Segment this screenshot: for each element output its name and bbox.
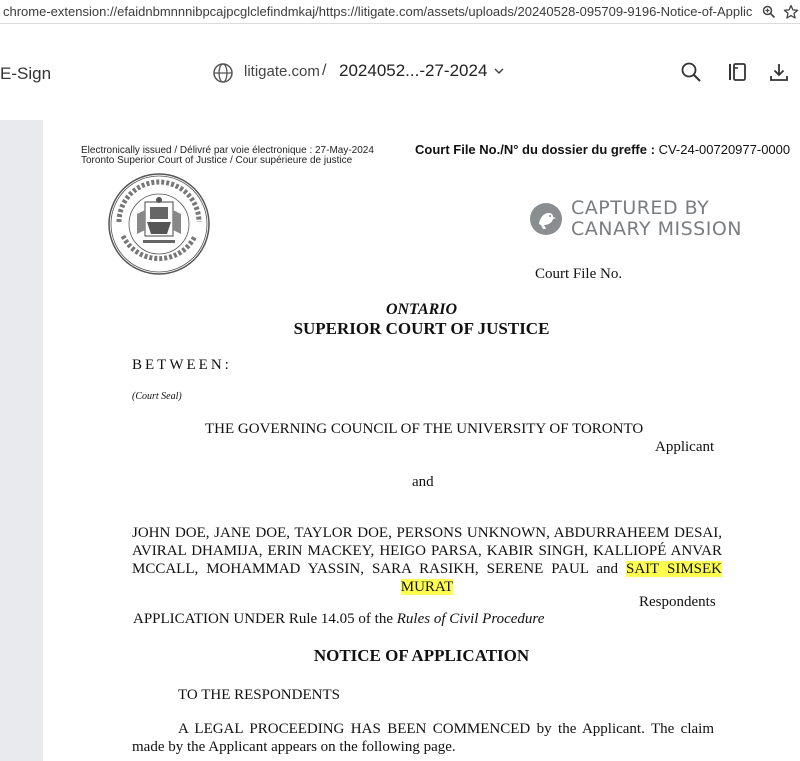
application-under: APPLICATION UNDER Rule 14.05 of the Rule… (133, 611, 544, 628)
legal-paragraph: A LEGAL PROCEEDING HAS BEEN COMMENCED by… (132, 720, 714, 756)
address-bar[interactable]: chrome-extension://efaidnbmnnnibpcajpcgl… (0, 0, 800, 24)
court-file-no-label: Court File No. (535, 266, 623, 282)
and-separator: and (412, 474, 434, 490)
watermark-line-1: CAPTURED BY (571, 197, 710, 219)
download-icon[interactable] (766, 59, 792, 85)
pdf-page: Electronically issued / Délivré par voie… (43, 120, 800, 761)
canary-mission-watermark: CAPTURED BY CANARY MISSION (529, 198, 742, 240)
watermark-line-2: CANARY MISSION (571, 218, 742, 240)
canary-logo-icon (529, 202, 563, 236)
issued-stamp: Electronically issued / Délivré par voie… (81, 146, 374, 166)
chevron-down-icon[interactable] (492, 64, 506, 78)
court-file-header: Court File No./N° du dossier du greffe :… (415, 142, 790, 157)
between-label: BETWEEN: (132, 357, 232, 373)
court-heading: SUPERIOR COURT OF JUSTICE (293, 319, 550, 338)
court-seal-image (107, 172, 211, 276)
search-icon[interactable] (678, 59, 704, 85)
path-separator: / (322, 62, 327, 79)
globe-icon (212, 62, 234, 84)
esign-button[interactable]: E-Sign (0, 64, 51, 84)
rules-title: Rules of Civil Procedure (396, 611, 545, 627)
notice-title: NOTICE OF APPLICATION (313, 646, 530, 665)
applicant-name: THE GOVERNING COUNCIL OF THE UNIVERSITY … (205, 421, 644, 437)
issued-line-2: Toronto Superior Court of Justice / Cour… (81, 155, 353, 166)
respondents-list: JOHN DOE, JANE DOE, TAYLOR DOE, PERSONS … (132, 524, 722, 596)
applicant-role: Applicant (655, 439, 715, 455)
application-under-text: APPLICATION UNDER Rule 14.05 of the (133, 611, 393, 627)
pdf-toolbar: E-Sign litigate.com / 2024052...-27-2024 (0, 24, 800, 120)
legal-line-2: made by the Applicant appears on the fol… (132, 739, 456, 755)
page-thumbnails-icon[interactable] (724, 59, 750, 85)
legal-line-1: A LEGAL PROCEEDING HAS BEEN COMMENCED by… (178, 721, 714, 737)
url-text[interactable]: chrome-extension://efaidnbmnnnibpcajpcgl… (0, 4, 752, 19)
to-the-respondents: TO THE RESPONDENTS (178, 687, 340, 703)
province-heading: ONTARIO (385, 301, 458, 318)
zoom-icon[interactable] (760, 3, 778, 21)
respondents-role: Respondents (639, 594, 716, 610)
court-file-number: CV-24-00720977-0000 (658, 142, 791, 157)
document-domain: litigate.com (244, 63, 320, 80)
court-seal-note: (Court Seal) (132, 391, 182, 402)
bookmark-star-icon[interactable] (782, 3, 800, 21)
document-filename[interactable]: 2024052...-27-2024 (339, 61, 487, 81)
court-file-label: Court File No./N° du dossier du greffe : (415, 142, 655, 157)
